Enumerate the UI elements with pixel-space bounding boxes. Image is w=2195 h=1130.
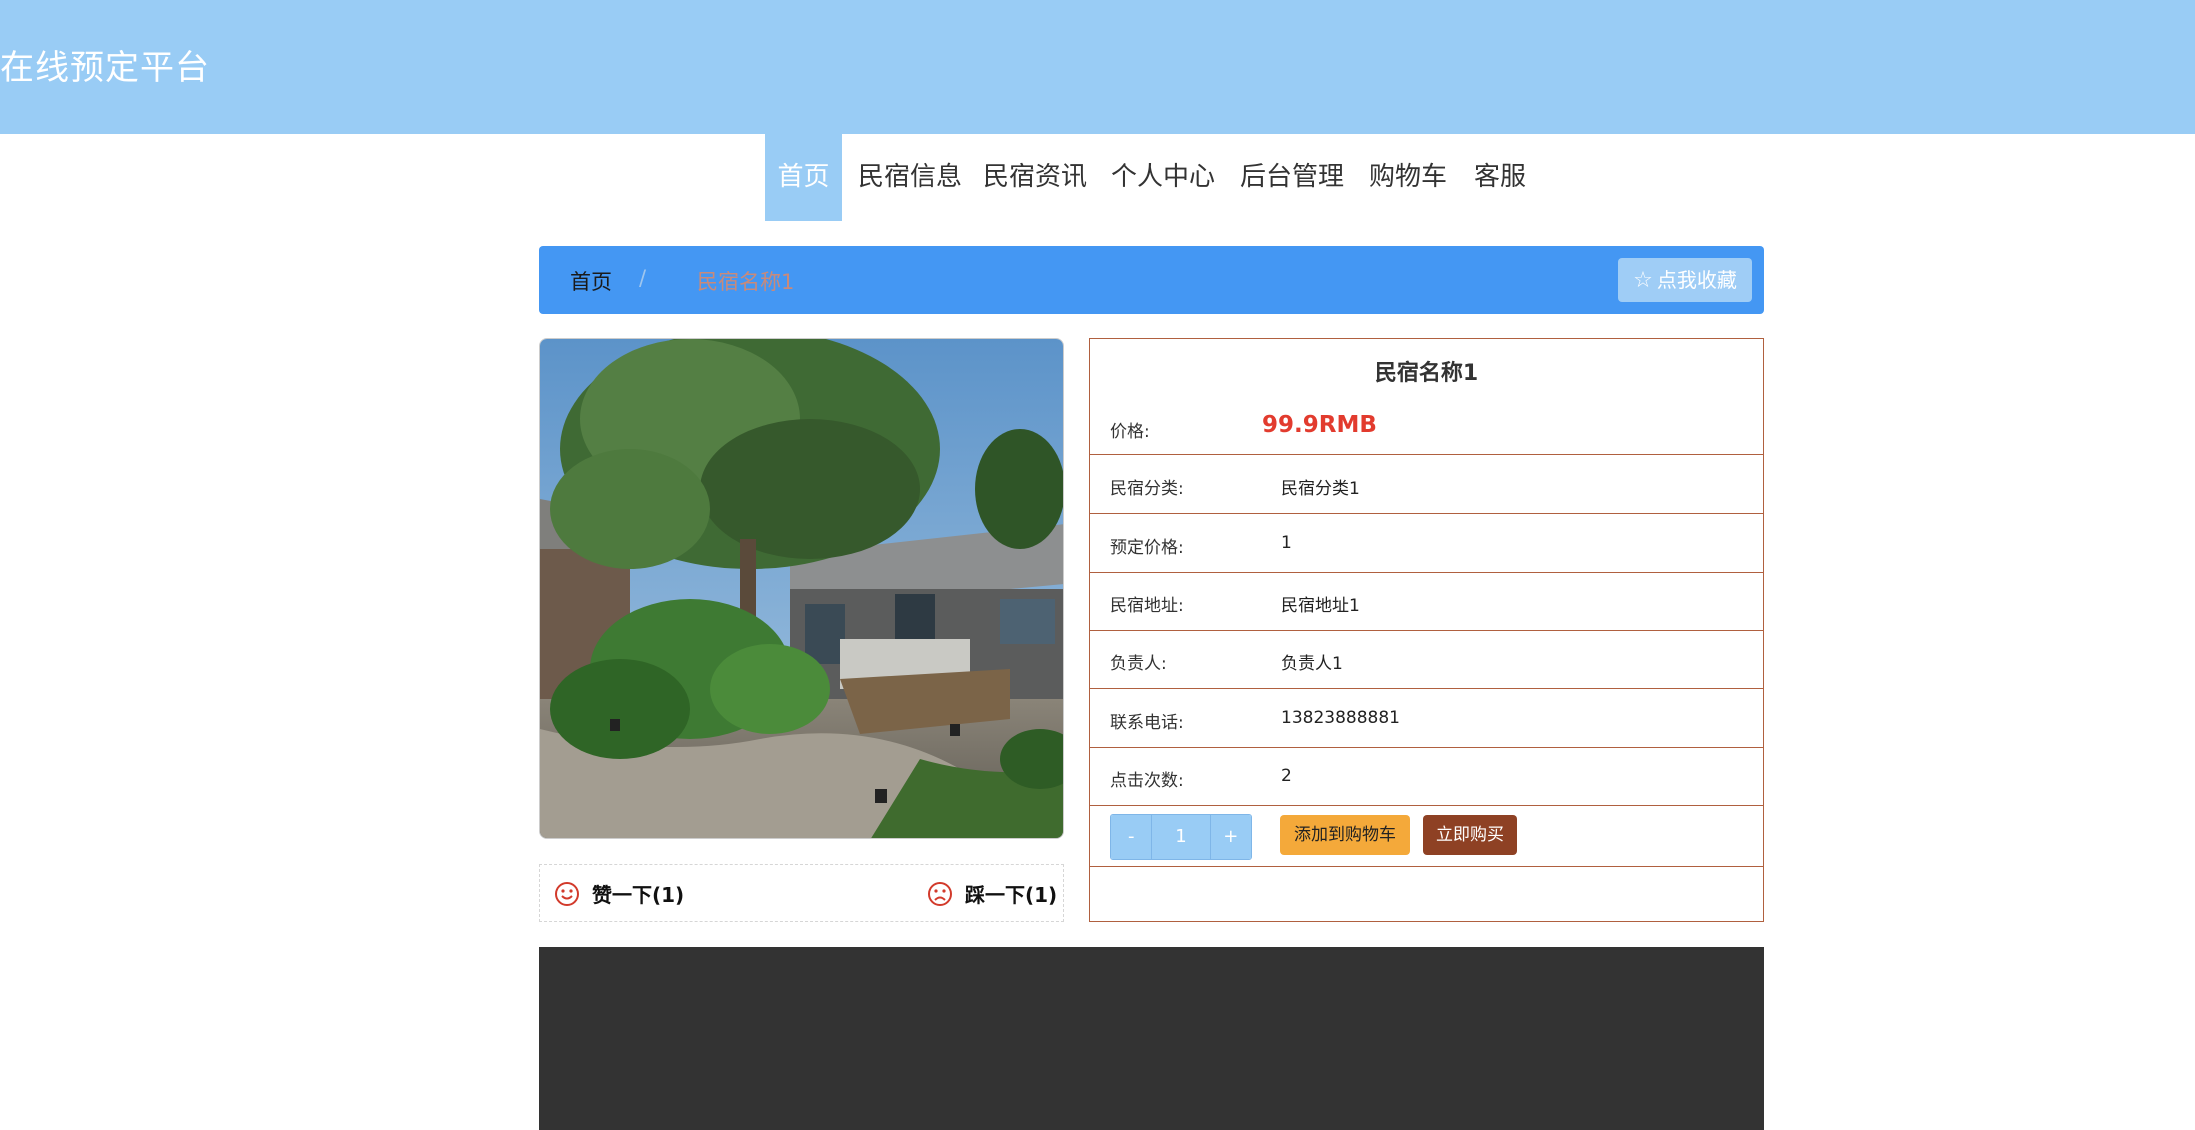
frown-icon [928,881,952,906]
price-label: 价格: [1110,422,1150,442]
favorite-label: 点我收藏 [1656,268,1737,292]
detail-row-manager: 负责人: 负责人1 [1090,630,1763,689]
price-value: 99.9RMB [1262,412,1377,438]
buy-now-button[interactable]: 立即购买 [1423,815,1517,855]
nav-item-homestay-info[interactable]: 民宿信息 [855,134,965,221]
nav-item-profile[interactable]: 个人中心 [1108,134,1218,221]
breadcrumb-home-link[interactable]: 首页 [570,266,612,296]
detail-row-category: 民宿分类: 民宿分类1 [1090,455,1763,514]
nav-item-homestay-news[interactable]: 民宿资讯 [980,134,1090,221]
quantity-stepper: - 1 + [1110,814,1252,860]
field-value: 13823888881 [1281,708,1400,728]
quantity-decrease-button[interactable]: - [1111,815,1152,859]
field-label: 民宿分类: [1110,479,1184,499]
detail-row-clicks: 点击次数: 2 [1090,747,1763,806]
nav-item-cart[interactable]: 购物车 [1366,134,1450,221]
vote-bar: 赞一下(1) 踩一下(1) [539,864,1064,922]
field-value: 2 [1281,766,1292,786]
add-to-cart-button[interactable]: 添加到购物车 [1280,815,1410,855]
field-label: 点击次数: [1110,771,1184,791]
top-header: 在线预定平台 [0,0,2195,134]
breadcrumb: 首页 / 民宿名称1 ☆ 点我收藏 [539,246,1764,314]
page-footer [539,947,1764,1130]
smile-icon [555,881,579,906]
main-nav: 首页 民宿信息 民宿资讯 个人中心 后台管理 购物车 客服 [0,134,2195,221]
nav-item-admin[interactable]: 后台管理 [1237,134,1347,221]
field-label: 负责人: [1110,654,1167,674]
nav-item-service[interactable]: 客服 [1469,134,1531,221]
homestay-detail-panel: 民宿名称1 价格: 99.9RMB 民宿分类: 民宿分类1 预定价格: 1 民宿… [1089,338,1764,922]
field-label: 联系电话: [1110,713,1184,733]
field-label: 民宿地址: [1110,596,1184,616]
star-outline-icon: ☆ [1633,268,1653,293]
field-value: 民宿分类1 [1281,479,1360,499]
site-title: 在线预定平台 [0,48,210,88]
quantity-increase-button[interactable]: + [1210,815,1251,859]
field-value: 1 [1281,533,1292,553]
detail-row-phone: 联系电话: 13823888881 [1090,689,1763,748]
field-value: 民宿地址1 [1281,596,1360,616]
dislike-label: 踩一下(1) [965,883,1058,907]
breadcrumb-separator: / [639,266,647,290]
dislike-button[interactable]: 踩一下(1) [927,879,1057,908]
nav-item-home[interactable]: 首页 [765,134,842,221]
field-label: 预定价格: [1110,538,1184,558]
price-row: 价格: 99.9RMB [1090,339,1763,455]
quantity-input[interactable]: 1 [1151,815,1211,859]
field-value: 负责人1 [1281,654,1343,674]
detail-row-address: 民宿地址: 民宿地址1 [1090,572,1763,631]
detail-row-booking-price: 预定价格: 1 [1090,514,1763,573]
like-button[interactable]: 赞一下(1) [554,879,684,908]
homestay-photo [539,338,1064,839]
like-label: 赞一下(1) [592,883,685,907]
favorite-button[interactable]: ☆ 点我收藏 [1618,258,1752,302]
breadcrumb-current: 民宿名称1 [697,270,795,294]
